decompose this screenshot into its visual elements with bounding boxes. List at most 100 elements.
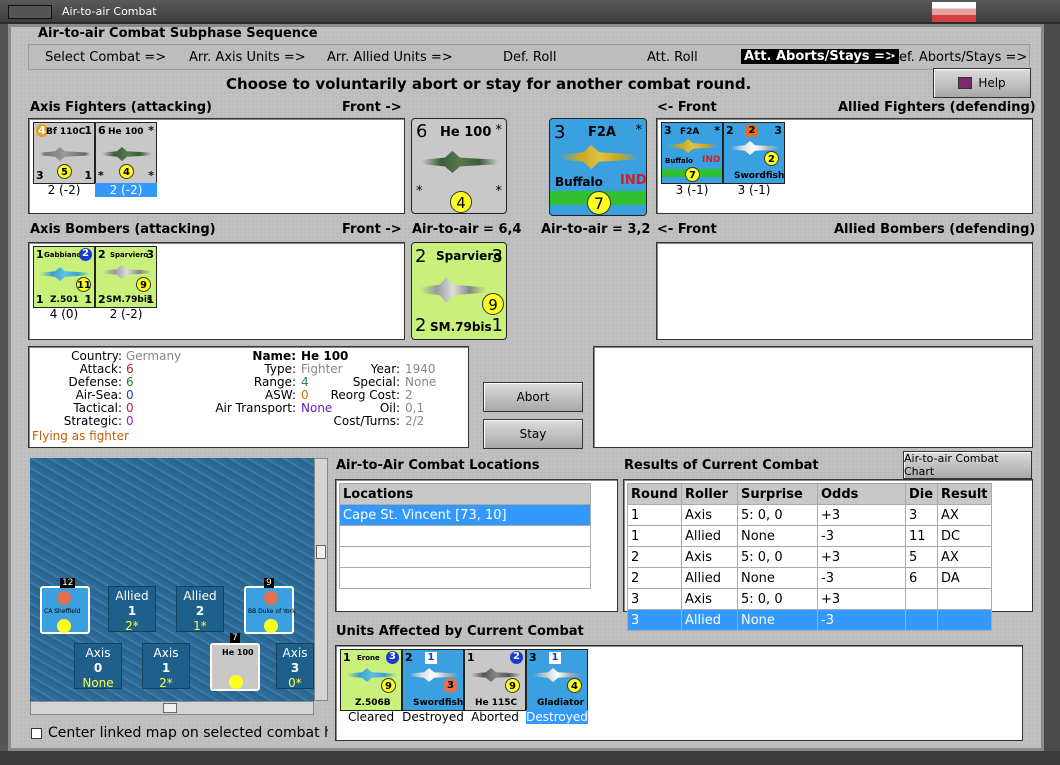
unit-counter[interactable]: 1 Gabbiano 2 11 1 Z.501 1: [33, 246, 95, 308]
location-row[interactable]: Cape St. Vincent [73, 10]: [339, 504, 591, 526]
stay-button[interactable]: Stay: [483, 419, 583, 449]
counter-caption: Destroyed: [402, 710, 464, 724]
counter-attack: 2: [415, 246, 427, 267]
results-cell: 11: [905, 525, 938, 547]
counter-range: 11: [76, 277, 91, 292]
counter-value: 3: [774, 124, 782, 137]
counter-value: *: [148, 124, 154, 137]
results-cell: Allied: [681, 609, 738, 631]
results-cell: +3: [817, 504, 906, 526]
counter-range: 4: [567, 678, 582, 693]
map-unit-counter[interactable]: 7 He 100: [210, 633, 260, 691]
defense-value: 6: [126, 375, 134, 389]
help-button[interactable]: Help: [933, 68, 1031, 98]
ship-counter[interactable]: 9 BB Duke of York: [244, 578, 296, 634]
locations-title: Air-to-Air Combat Locations: [336, 458, 540, 473]
map-vertical-scrollbar[interactable]: [314, 458, 328, 701]
results-col-header: Round: [627, 483, 682, 505]
unit-counter[interactable]: 3 1 4 Gladiator: [526, 649, 588, 711]
center-map-label: Center linked map on selected combat hex: [48, 725, 328, 741]
ship-name: BB Duke of York: [248, 608, 296, 615]
counter-name: Erone: [357, 654, 380, 662]
special-value: None: [405, 375, 437, 389]
counter-value: 1: [84, 293, 92, 306]
active-allied-counter[interactable]: 3 F2A * Buffalo IND 7: [549, 118, 647, 216]
ship-counter[interactable]: 12 CA Sheffield: [40, 578, 90, 634]
seq-step: Def. Aborts/Stays =>: [889, 50, 1028, 65]
locations-header: Locations: [339, 483, 591, 505]
allied-fighters-box: 3 F2A * Buffalo IND 7 3 (-1) 2 2 3 2 Swo…: [656, 118, 1033, 214]
oil-label: Oil:: [379, 401, 400, 415]
counter-caption-selected: Destroyed: [526, 710, 588, 724]
counter-range: 7: [587, 191, 611, 215]
counter-value: 3: [386, 651, 399, 664]
ship-range-icon: [264, 619, 278, 633]
counter-range: 9: [381, 678, 396, 693]
scroll-thumb[interactable]: [316, 545, 326, 559]
results-row[interactable]: 1 Axis 5: 0, 0 +3 3 AX: [627, 504, 992, 526]
results-row[interactable]: 3 Allied None -3: [627, 609, 992, 631]
unit-counter[interactable]: 1 2 9 He 115C: [464, 649, 526, 711]
counter-attack: 2: [98, 248, 106, 261]
results-cell: [937, 588, 992, 610]
map-hex-label[interactable]: Axis 1 2*: [142, 643, 190, 690]
results-cell: Allied: [681, 525, 738, 547]
counter-value: 1: [36, 293, 44, 306]
unit-counter[interactable]: 2 Sparviero 3 9 2 SM.79bis 1: [95, 246, 157, 308]
active-axis-counter[interactable]: 6 He 100 * * * 4: [411, 118, 507, 214]
results-row[interactable]: 2 Axis 5: 0, 0 +3 5 AX: [627, 546, 992, 568]
strategic-label: Strategic:: [63, 414, 122, 428]
results-row[interactable]: 3 Axis 5: 0, 0 +3: [627, 588, 992, 610]
asw-label: ASW:: [264, 388, 296, 402]
unit-counter[interactable]: 6 He 100 * * * 4: [95, 122, 157, 184]
counter-value: 1: [84, 169, 92, 182]
counter-name: He 100: [222, 648, 254, 657]
reorg-label: Reorg Cost:: [330, 388, 400, 402]
hex-side: Axis: [85, 646, 111, 660]
results-cell: Axis: [681, 546, 738, 568]
counter-value: 2: [415, 315, 427, 336]
hex-count: 0: [93, 661, 103, 675]
airsea-value: 0: [126, 388, 134, 402]
results-cell: +3: [817, 546, 906, 568]
results-row[interactable]: 1 Allied None -3 11 DC: [627, 525, 992, 547]
counter-subname: Buffalo: [665, 157, 693, 165]
unit-counter[interactable]: 1 Erone 3 9 Z.506B: [340, 649, 402, 711]
counter-attack: 6: [98, 124, 106, 137]
counter-value: *: [495, 123, 503, 138]
location-row[interactable]: [339, 567, 591, 589]
map-horizontal-scrollbar[interactable]: [30, 701, 314, 715]
counter-attack: 2: [405, 651, 413, 664]
counter-tag: IND: [702, 155, 721, 165]
sequence-title: Air-to-air Combat Subphase Sequence: [38, 26, 318, 41]
counter-name: F2A: [588, 125, 616, 140]
linked-map[interactable]: Allied 1 2* Allied 2 1* Axis 0 None Axis…: [30, 458, 314, 701]
oil-value: 0,1: [405, 401, 425, 415]
system-menu-button[interactable]: [8, 5, 52, 19]
combat-chart-button[interactable]: Air-to-air Combat Chart: [903, 451, 1032, 479]
abort-button[interactable]: Abort: [483, 382, 583, 412]
unit-counter[interactable]: 2 2 3 2 Swordfish: [723, 122, 785, 184]
center-map-checkbox[interactable]: [31, 728, 42, 739]
counter-caption: Aborted: [471, 710, 519, 724]
scroll-thumb[interactable]: [163, 703, 177, 713]
counter-name: Gladiator: [537, 698, 585, 708]
help-label: Help: [978, 76, 1006, 90]
allied-fighters-front: <- Front: [657, 100, 717, 115]
map-hex-label[interactable]: Allied 2 1*: [176, 586, 224, 633]
results-col-header: Surprise: [737, 483, 818, 505]
location-row[interactable]: [339, 525, 591, 547]
results-row[interactable]: 2 Allied None -3 6 DA: [627, 567, 992, 589]
unit-counter[interactable]: 3 F2A * Buffalo IND 7: [661, 122, 723, 184]
location-row[interactable]: [339, 546, 591, 568]
counter-badge: 1: [549, 652, 561, 664]
map-hex-label[interactable]: Axis 3 0*: [276, 643, 314, 690]
map-hex-label[interactable]: Axis 0 None: [74, 643, 122, 690]
unit-counter[interactable]: 4 Bf 110C 1 3 1 5: [33, 122, 95, 184]
active-bomber-counter[interactable]: 2 Sparviero 3 9 2 SM.79bis 1: [411, 242, 507, 340]
location-cell: Cape St. Vincent [73, 10]: [339, 504, 591, 526]
results-cell: 1: [627, 525, 682, 547]
map-hex-label[interactable]: Allied 1 2*: [108, 586, 156, 633]
name-label: Name:: [252, 349, 296, 363]
unit-counter[interactable]: 2 1 3 Swordfish: [402, 649, 464, 711]
